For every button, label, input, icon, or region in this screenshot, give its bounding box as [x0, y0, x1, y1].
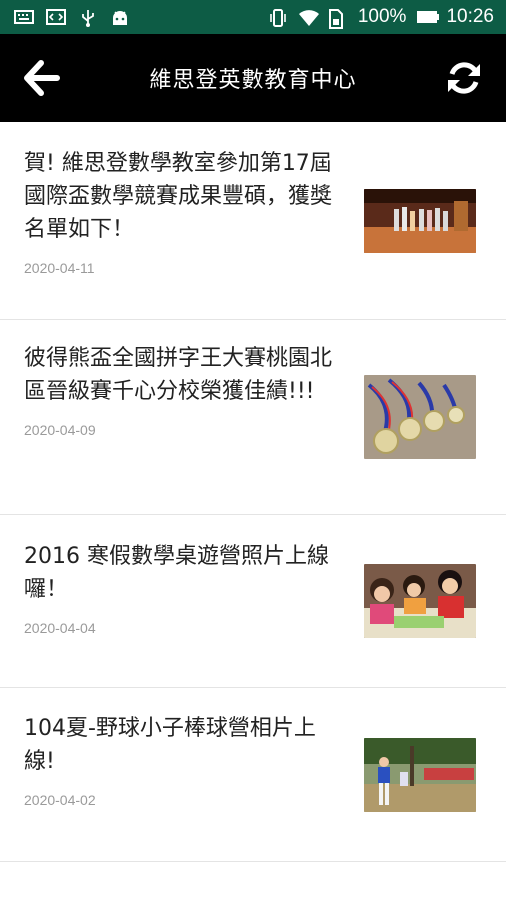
article-date: 2020-04-11	[24, 260, 95, 276]
android-icon	[110, 9, 130, 25]
wifi-icon	[298, 9, 319, 26]
back-button[interactable]	[20, 56, 64, 100]
article-date: 2020-04-09	[24, 422, 96, 438]
article-thumbnail	[364, 564, 476, 638]
status-bar: 100% 10:26	[0, 0, 506, 34]
article-title: 104夏-野球小子棒球營相片上線!	[24, 716, 316, 774]
refresh-button[interactable]	[442, 56, 486, 100]
article-list: 賀! 維思登數學教室參加第17屆國際盃數學競賽成果豐碩，獲獎名單如下！ 2020…	[0, 122, 506, 862]
article-title: 2016 寒假數學桌遊營照片上線囉！	[24, 544, 329, 602]
battery-icon	[416, 9, 440, 25]
sim-icon	[328, 9, 348, 29]
page-title: 維思登英數教育中心	[149, 68, 357, 93]
keyboard-icon	[14, 9, 34, 25]
article-title: 彼得熊盃全國拼字王大賽桃園北區晉級賽千心分校榮獲佳績!!!	[24, 346, 333, 404]
list-item[interactable]: 賀! 維思登數學教室參加第17屆國際盃數學競賽成果豐碩，獲獎名單如下！ 2020…	[0, 122, 506, 320]
battery-percent: 100%	[357, 6, 407, 27]
refresh-icon	[447, 62, 480, 94]
article-title: 賀! 維思登數學教室參加第17屆國際盃數學競賽成果豐碩，獲獎名單如下！	[24, 151, 333, 242]
article-date: 2020-04-04	[24, 620, 96, 636]
list-item[interactable]: 2016 寒假數學桌遊營照片上線囉！ 2020-04-04	[0, 515, 506, 688]
article-thumbnail	[364, 188, 476, 253]
arrow-left-icon	[24, 60, 60, 96]
clock: 10:26	[446, 6, 494, 27]
article-thumbnail	[364, 737, 476, 812]
article-thumbnail	[364, 375, 476, 459]
article-date: 2020-04-02	[24, 792, 96, 808]
usb-icon	[78, 9, 98, 27]
list-item[interactable]: 104夏-野球小子棒球營相片上線! 2020-04-02	[0, 688, 506, 862]
vibrate-icon	[268, 9, 288, 27]
app-bar: 維思登英數教育中心	[0, 34, 506, 122]
list-item[interactable]: 彼得熊盃全國拼字王大賽桃園北區晉級賽千心分校榮獲佳績!!! 2020-04-09	[0, 320, 506, 515]
code-icon	[46, 9, 66, 25]
